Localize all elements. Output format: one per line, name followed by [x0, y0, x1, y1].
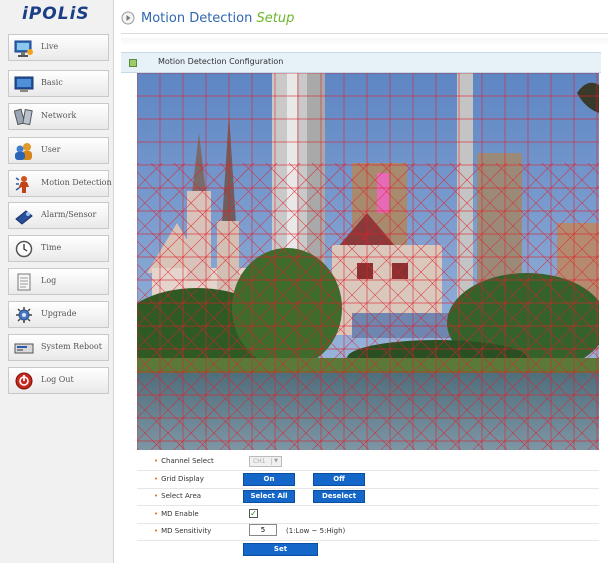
deselect-button[interactable]: Deselect: [313, 490, 365, 503]
sidebar: iPOLiS Live Basic Network User Motion De…: [0, 0, 114, 563]
select-all-button[interactable]: Select All: [243, 490, 295, 503]
set-button[interactable]: Set: [243, 543, 318, 556]
upgrade-icon: [16, 307, 32, 323]
monitor-icon: [14, 76, 34, 92]
sidebar-item-label: Network: [41, 111, 77, 120]
reboot-icon: [14, 343, 34, 354]
clock-icon: [15, 240, 33, 258]
alarm-sensor-icon: [15, 210, 33, 225]
channel-select-dropdown[interactable]: CH1 ▼: [249, 456, 282, 467]
sidebar-item-label: User: [41, 145, 61, 154]
chevron-down-icon: ▼: [271, 458, 280, 465]
ipolis-logo: iPOLiS: [22, 4, 90, 24]
sidebar-item-label: Time: [41, 243, 62, 252]
sidebar-item-basic[interactable]: Basic: [8, 70, 109, 97]
md-sensitivity-input[interactable]: 5: [249, 524, 277, 536]
sidebar-item-label: Basic: [41, 78, 63, 87]
grid-off-button[interactable]: Off: [313, 473, 365, 486]
sidebar-item-label: Alarm/Sensor: [41, 210, 97, 219]
sidebar-item-label: System Reboot: [41, 342, 102, 351]
sidebar-item-label: Log: [41, 276, 57, 285]
header-shade: [121, 38, 608, 46]
sidebar-item-upgrade[interactable]: Upgrade: [8, 301, 109, 328]
md-enable-row: MD Enable ✓: [137, 506, 599, 524]
page-title: Motion Detection Setup: [141, 11, 295, 26]
sidebar-item-alarm-sensor[interactable]: Alarm/Sensor: [8, 202, 109, 229]
logout-icon: [15, 372, 33, 390]
log-icon: [17, 273, 31, 291]
user-icon: [15, 143, 32, 160]
sidebar-item-label: Motion Detection: [41, 178, 112, 187]
sidebar-item-system-reboot[interactable]: System Reboot: [8, 334, 109, 361]
section-title: Motion Detection Configuration: [158, 57, 284, 66]
motion-detection-icon: [15, 176, 29, 193]
md-sensitivity-row: MD Sensitivity 5 (1:Low ~ 5:High): [137, 523, 599, 541]
section-header: Motion Detection Configuration: [121, 52, 601, 73]
network-icon: [14, 108, 33, 126]
sidebar-item-label: Log Out: [41, 375, 74, 384]
grid-display-row: Grid Display On Off: [137, 471, 599, 489]
select-area-label: Select Area: [154, 492, 201, 500]
md-sensitivity-label: MD Sensitivity: [154, 527, 211, 535]
sidebar-item-user[interactable]: User: [8, 137, 109, 164]
channel-select-label: Channel Select: [154, 457, 214, 465]
select-area-row: Select Area Select All Deselect: [137, 488, 599, 506]
motion-grid-video[interactable]: [137, 73, 599, 450]
sidebar-item-label: Upgrade: [41, 309, 77, 318]
sidebar-item-label: Live: [41, 42, 59, 51]
camera-preview: [137, 73, 599, 450]
sidebar-item-log-out[interactable]: Log Out: [8, 367, 109, 394]
channel-select-value: CH1: [253, 458, 266, 465]
section-bullet-icon: [129, 59, 137, 67]
grid-display-label: Grid Display: [154, 475, 204, 483]
page-title-suffix: Setup: [256, 11, 295, 26]
md-sensitivity-hint: (1:Low ~ 5:High): [286, 527, 346, 535]
md-enable-checkbox[interactable]: ✓: [249, 509, 258, 518]
sidebar-item-time[interactable]: Time: [8, 235, 109, 262]
sidebar-item-motion-detection[interactable]: Motion Detection: [8, 170, 112, 197]
sidebar-item-log[interactable]: Log: [8, 268, 109, 295]
channel-select-row: Channel Select CH1 ▼: [137, 453, 599, 471]
grid-on-button[interactable]: On: [243, 473, 295, 486]
header-divider: [121, 33, 608, 34]
sidebar-item-network[interactable]: Network: [8, 103, 109, 130]
md-enable-label: MD Enable: [154, 510, 199, 518]
sidebar-item-live[interactable]: Live: [8, 34, 109, 61]
page-title-icon: [121, 11, 135, 25]
live-icon: [14, 40, 33, 57]
